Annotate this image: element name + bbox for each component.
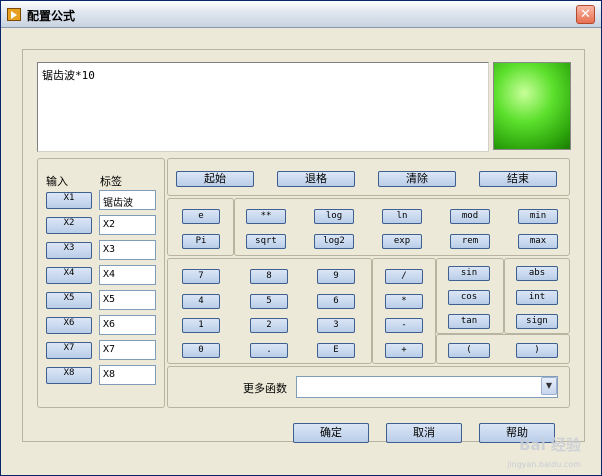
sin-button[interactable]: sin: [448, 266, 490, 281]
clear-button[interactable]: 清除: [378, 171, 456, 187]
input-x5-button[interactable]: X5: [46, 292, 92, 309]
input-x3-label-field[interactable]: X3: [99, 240, 156, 260]
min-button[interactable]: min: [518, 209, 558, 224]
digit-0-button[interactable]: 0: [182, 343, 220, 358]
input-x2-label-field[interactable]: X2: [99, 215, 156, 235]
right-paren-button[interactable]: ): [516, 343, 558, 358]
subtract-button[interactable]: -: [385, 318, 423, 333]
label-header: 标签: [100, 175, 122, 188]
input-x4-label-field[interactable]: X4: [99, 265, 156, 285]
const-e-button[interactable]: e: [182, 209, 220, 224]
mod-button[interactable]: mod: [450, 209, 490, 224]
close-button[interactable]: ✕: [576, 5, 595, 24]
operators-group: / * - +: [372, 258, 436, 364]
window-title: 配置公式: [27, 9, 76, 23]
add-button[interactable]: +: [385, 343, 423, 358]
digits-group: 7 8 9 4 5 6 1 2 3 0 . E: [167, 258, 372, 364]
start-button[interactable]: 起始: [176, 171, 254, 187]
input-x2-button[interactable]: X2: [46, 217, 92, 234]
decimal-point-button[interactable]: .: [250, 343, 288, 358]
digit-2-button[interactable]: 2: [250, 318, 288, 333]
functions-group: ** log ln mod min sqrt log2 exp rem max: [234, 198, 570, 256]
digit-1-button[interactable]: 1: [182, 318, 220, 333]
log-button[interactable]: log: [314, 209, 354, 224]
input-x5-label-field[interactable]: X5: [99, 290, 156, 310]
title-bar[interactable]: 配置公式 ✕: [1, 1, 601, 28]
exponent-e-button[interactable]: E: [317, 343, 355, 358]
input-header: 输入: [46, 175, 68, 188]
cos-button[interactable]: cos: [448, 290, 490, 305]
input-x1-label-field[interactable]: 锯齿波: [99, 190, 156, 210]
abs-button[interactable]: abs: [516, 266, 558, 281]
main-panel: 锯齿波*10 输入 标签 X1 锯齿波 X2 X2 X3 X3 X4 X4 X5…: [22, 49, 585, 442]
ok-button[interactable]: 确定: [293, 423, 369, 443]
multiply-button[interactable]: *: [385, 294, 423, 309]
cancel-button[interactable]: 取消: [386, 423, 462, 443]
baidu-watermark-url: jingyan.baidu.com: [507, 460, 581, 469]
pow-button[interactable]: **: [246, 209, 286, 224]
end-button[interactable]: 结束: [479, 171, 557, 187]
input-x8-label-field[interactable]: X8: [99, 365, 156, 385]
baidu-watermark: Bai 经验: [519, 436, 581, 454]
digit-5-button[interactable]: 5: [250, 294, 288, 309]
const-pi-button[interactable]: Pi: [182, 234, 220, 249]
app-icon: [7, 8, 21, 21]
sqrt-button[interactable]: sqrt: [246, 234, 286, 249]
left-paren-button[interactable]: (: [448, 343, 490, 358]
input-x7-label-field[interactable]: X7: [99, 340, 156, 360]
more-functions-select[interactable]: [296, 376, 558, 398]
more-functions-label: 更多函数: [243, 382, 287, 395]
digit-7-button[interactable]: 7: [182, 269, 220, 284]
more-functions-group: 更多函数 ▼: [167, 366, 570, 408]
divide-button[interactable]: /: [385, 269, 423, 284]
input-x3-button[interactable]: X3: [46, 242, 92, 259]
int-button[interactable]: int: [516, 290, 558, 305]
input-x7-button[interactable]: X7: [46, 342, 92, 359]
status-indicator: [493, 62, 571, 150]
input-x6-button[interactable]: X6: [46, 317, 92, 334]
rounding-group: abs int sign: [504, 258, 570, 334]
ln-button[interactable]: ln: [382, 209, 422, 224]
input-x1-button[interactable]: X1: [46, 192, 92, 209]
trig-group: sin cos tan: [436, 258, 504, 334]
backspace-button[interactable]: 退格: [277, 171, 355, 187]
configure-formula-window: 配置公式 ✕ 锯齿波*10 输入 标签 X1 锯齿波 X2 X2 X3 X3 X…: [0, 0, 602, 476]
digit-8-button[interactable]: 8: [250, 269, 288, 284]
log2-button[interactable]: log2: [314, 234, 354, 249]
sign-button[interactable]: sign: [516, 314, 558, 329]
tan-button[interactable]: tan: [448, 314, 490, 329]
digit-6-button[interactable]: 6: [317, 294, 355, 309]
digit-4-button[interactable]: 4: [182, 294, 220, 309]
input-x6-label-field[interactable]: X6: [99, 315, 156, 335]
input-x4-button[interactable]: X4: [46, 267, 92, 284]
input-label-group: 输入 标签 X1 锯齿波 X2 X2 X3 X3 X4 X4 X5 X5 X6 …: [37, 158, 165, 408]
digit-9-button[interactable]: 9: [317, 269, 355, 284]
exp-button[interactable]: exp: [382, 234, 422, 249]
parentheses-group: ( ): [436, 334, 570, 364]
chevron-down-icon[interactable]: ▼: [541, 377, 557, 395]
input-x8-button[interactable]: X8: [46, 367, 92, 384]
control-group: 起始 退格 清除 结束: [167, 158, 570, 196]
max-button[interactable]: max: [518, 234, 558, 249]
constants-group: e Pi: [167, 198, 234, 256]
formula-display[interactable]: 锯齿波*10: [37, 62, 489, 152]
digit-3-button[interactable]: 3: [317, 318, 355, 333]
rem-button[interactable]: rem: [450, 234, 490, 249]
